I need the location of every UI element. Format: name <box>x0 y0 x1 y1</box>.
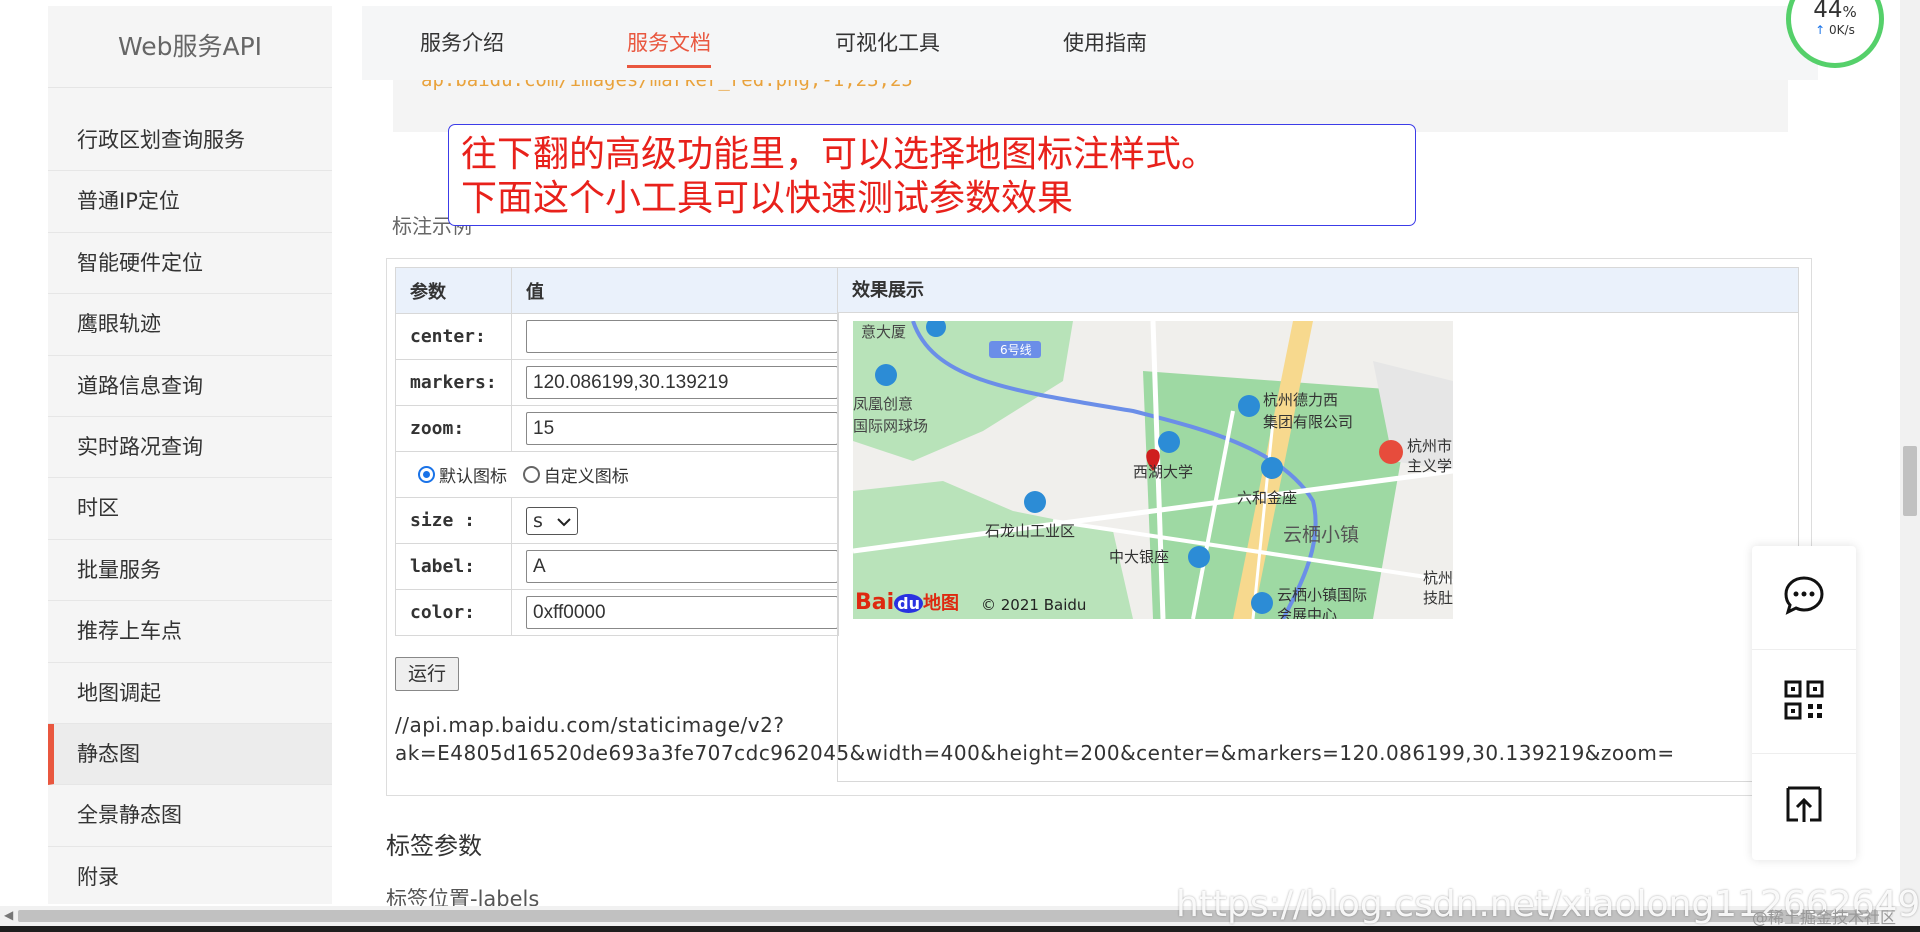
speed-rate-value: 0K/s <box>1829 23 1855 37</box>
sidebar-list: 行政区划查询服务 普通IP定位 智能硬件定位 鹰眼轨迹 道路信息查询 实时路况查… <box>48 110 332 909</box>
baidu-logo-du: du <box>894 594 923 613</box>
code-snippet: ap.baidu.com/images/marker_red.png,-1,23… <box>421 80 913 91</box>
speed-rate: ↑ 0K/s <box>1791 23 1879 37</box>
annotation-line-2: 下面这个小工具可以快速测试参数效果 <box>461 178 1074 219</box>
params-table: 参数 值 center: markers: 120.086199,30.1392… <box>395 267 839 636</box>
sidebar-item-batch[interactable]: 批量服务 <box>48 540 332 602</box>
markers-input[interactable]: 120.086199,30.139219 <box>526 366 838 399</box>
center-input[interactable] <box>526 320 838 353</box>
request-url: //api.map.baidu.com/staticimage/v2? ak=E… <box>395 711 1675 767</box>
qrcode-icon <box>1784 680 1824 724</box>
chat-icon <box>1782 574 1826 622</box>
sidebar-item-eagle-eye[interactable]: 鹰眼轨迹 <box>48 294 332 356</box>
header-value: 值 <box>511 267 839 314</box>
zoom-input[interactable]: 15 <box>526 412 838 445</box>
upload-arrow-icon <box>1784 784 1824 828</box>
header-param: 参数 <box>395 267 512 314</box>
sidebar: Web服务API 行政区划查询服务 普通IP定位 智能硬件定位 鹰眼轨迹 道路信… <box>48 6 332 909</box>
radio-default-icon[interactable]: 默认图标 <box>418 462 507 487</box>
sidebar-item-pickup[interactable]: 推荐上车点 <box>48 601 332 663</box>
speed-percent-value: 44 <box>1813 0 1843 23</box>
page: Web服务API 行政区划查询服务 普通IP定位 智能硬件定位 鹰眼轨迹 道路信… <box>0 0 1920 932</box>
watermark-juejin: @稀土掘金技术社区 <box>1752 908 1897 927</box>
vertical-scroll-thumb[interactable] <box>1903 446 1917 516</box>
map-label-line6: 6号线 <box>1000 343 1032 357</box>
marker-demo-panel: 参数 值 center: markers: 120.086199,30.1392… <box>386 258 1812 796</box>
size-select-value: s <box>533 509 543 532</box>
radio-custom-icon[interactable]: 自定义图标 <box>522 462 629 487</box>
header-effect: 效果展示 <box>837 267 1799 313</box>
sidebar-item-ip-location[interactable]: 普通IP定位 <box>48 171 332 233</box>
tab-visual-tools[interactable]: 可视化工具 <box>835 6 940 80</box>
map-label-hz-tech-1: 杭州 <box>1423 569 1453 587</box>
label-label: label: <box>395 543 512 590</box>
label-input[interactable]: A <box>526 550 838 583</box>
map-copyright: © 2021 Baidu <box>981 596 1087 614</box>
tab-service-docs[interactable]: 服务文档 <box>627 6 711 80</box>
map-label-hz-tech-2: 技肚 <box>1423 589 1453 607</box>
speed-percent-unit: % <box>1842 3 1857 21</box>
baidu-logo-bai: Bai <box>855 590 895 615</box>
map-label-dexi-2: 集团有限公司 <box>1263 413 1354 431</box>
radio-default-dot[interactable] <box>418 465 435 483</box>
tab-usage-guide[interactable]: 使用指南 <box>1063 6 1147 80</box>
map-label-fenghuang-1: 凤凰创意 <box>853 395 914 413</box>
vertical-scrollbar[interactable] <box>1900 0 1920 908</box>
zoom-label: zoom: <box>395 405 512 452</box>
map-label-xihu: 西湖大学 <box>1133 463 1194 481</box>
size-label: size : <box>395 497 512 544</box>
speed-percent: 44% <box>1791 0 1879 23</box>
map-label-zhongda: 中大银座 <box>1109 548 1170 566</box>
radio-default-label: 默认图标 <box>439 466 507 487</box>
markers-label: markers: <box>395 359 512 406</box>
map-label-yunqi-intl-1: 云栖小镇国际 <box>1277 586 1368 604</box>
request-url-line-1: //api.map.baidu.com/staticimage/v2? <box>395 713 785 737</box>
sidebar-item-panorama[interactable]: 全景静态图 <box>48 785 332 847</box>
map-label-yunqi-intl-2: 会展中心 <box>1277 606 1338 619</box>
color-label: color: <box>395 589 512 636</box>
map-label-hz-1: 杭州市 <box>1407 437 1453 455</box>
tab-service-intro[interactable]: 服务介绍 <box>420 6 504 80</box>
sidebar-brand: Web服务API <box>48 6 332 88</box>
static-map-preview: 意大厦 6号线 凤凰创意 国际网球场 杭州德力西 集团有限公司 杭州市 主义学 … <box>853 321 1453 619</box>
map-label-shilong: 石龙山工业区 <box>985 522 1076 540</box>
size-select[interactable]: s <box>526 506 578 535</box>
radio-custom-dot[interactable] <box>522 465 540 483</box>
floating-toolbar <box>1752 546 1856 860</box>
baidu-map-logo: Bai du 地图 <box>855 589 959 615</box>
back-to-top-button[interactable] <box>1752 754 1856 858</box>
sidebar-item-road-info[interactable]: 道路信息查询 <box>48 356 332 417</box>
sidebar-item-appendix[interactable]: 附录 <box>48 847 332 909</box>
annotation-line-1: 往下翻的高级功能里，可以选择地图标注样式。 <box>461 134 1218 175</box>
map-label-hz-2: 主义学 <box>1407 457 1453 475</box>
scroll-left-arrow-icon[interactable]: ◀ <box>4 908 13 922</box>
chevron-down-icon <box>557 510 571 532</box>
request-url-line-2: ak=E4805d16520de693a3fe707cdc962045&widt… <box>395 741 1675 765</box>
qrcode-button[interactable] <box>1752 650 1856 754</box>
upload-arrow-small-icon: ↑ <box>1815 23 1826 37</box>
map-label-yunqi: 云栖小镇 <box>1283 524 1360 546</box>
color-input[interactable]: 0xff0000 <box>526 596 838 629</box>
baidu-logo-ditu: 地图 <box>923 593 959 614</box>
sidebar-item-static-image[interactable]: 静态图 <box>48 723 332 786</box>
map-label-dasha: 意大厦 <box>861 323 907 341</box>
sidebar-item-admin-division[interactable]: 行政区划查询服务 <box>48 110 332 172</box>
bottom-strip <box>0 926 1920 932</box>
chat-button[interactable] <box>1752 546 1856 650</box>
top-nav: 服务介绍 服务文档 可视化工具 使用指南 <box>362 6 1818 80</box>
radio-custom-label: 自定义图标 <box>543 466 629 487</box>
sidebar-item-map-invoke[interactable]: 地图调起 <box>48 663 332 724</box>
center-label: center: <box>395 313 512 360</box>
run-button[interactable]: 运行 <box>395 657 459 691</box>
sidebar-item-timezone[interactable]: 时区 <box>48 478 332 540</box>
section-title: 标签参数 <box>386 832 482 860</box>
sidebar-item-hardware-location[interactable]: 智能硬件定位 <box>48 233 332 295</box>
sidebar-item-traffic[interactable]: 实时路况查询 <box>48 417 332 479</box>
annotation-box: 往下翻的高级功能里，可以选择地图标注样式。 下面这个小工具可以快速测试参数效果 <box>448 124 1416 226</box>
map-label-liuhe: 六和金座 <box>1237 489 1298 507</box>
map-label-fenghuang-2: 国际网球场 <box>853 417 929 435</box>
map-label-dexi-1: 杭州德力西 <box>1263 391 1339 409</box>
